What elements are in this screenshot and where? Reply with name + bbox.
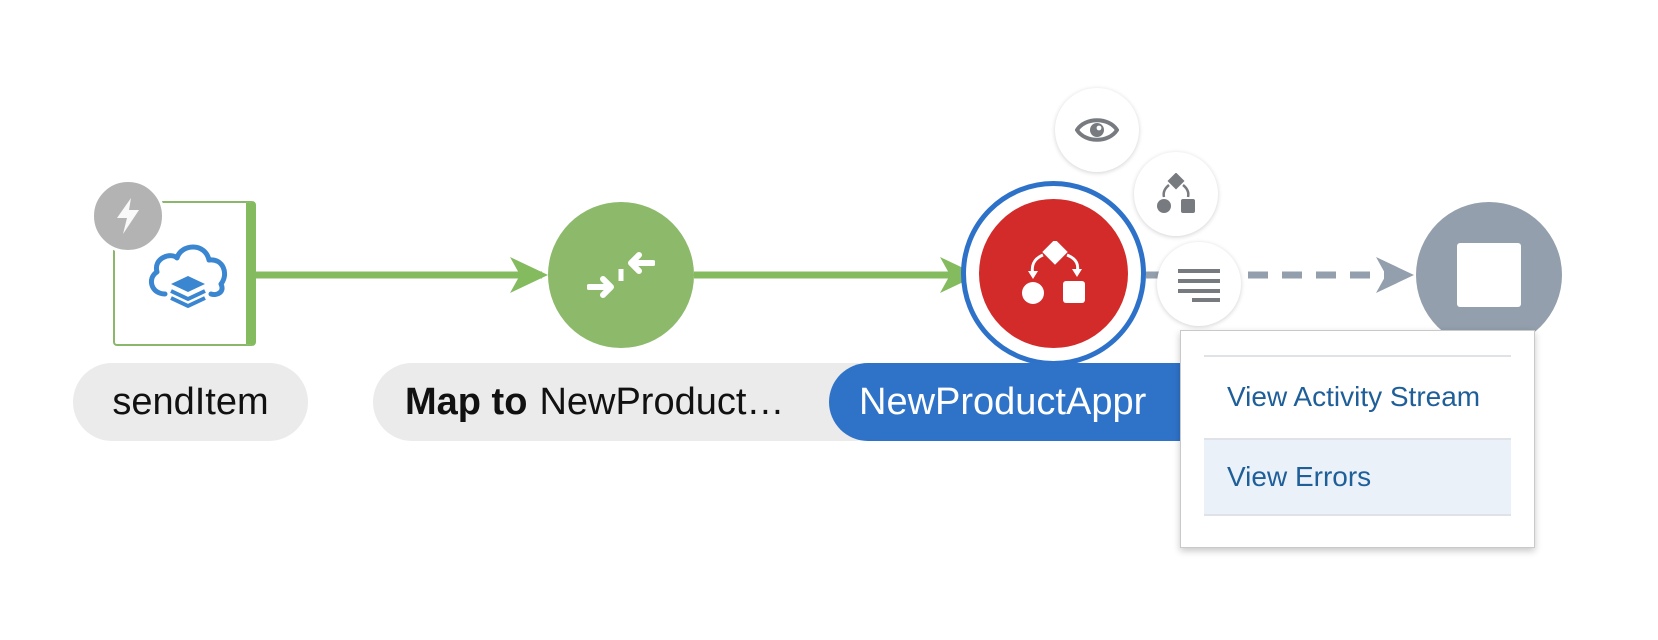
process-node[interactable]	[979, 199, 1128, 348]
map-arrows-icon	[587, 252, 655, 298]
process-shapes-icon	[1021, 240, 1085, 304]
process-flow-button[interactable]	[1134, 152, 1218, 236]
eye-icon	[1075, 118, 1119, 142]
menu-item-label: View Activity Stream	[1227, 381, 1481, 412]
view-eye-button[interactable]	[1055, 88, 1139, 172]
connector-arrowhead-end	[1376, 257, 1414, 293]
menu-item-label: View Errors	[1227, 461, 1372, 492]
end-node[interactable]	[1416, 202, 1562, 348]
lightning-bolt-icon	[91, 179, 165, 253]
node-context-menu: View Activity Stream View Errors	[1180, 330, 1535, 548]
stop-square-icon	[1457, 243, 1521, 307]
map-label-bold: Map to	[405, 380, 528, 423]
cloud-layers-icon	[143, 238, 233, 316]
node-menu-button[interactable]	[1157, 242, 1241, 326]
process-label-text: NewProductAppr	[859, 380, 1147, 423]
hamburger-menu-icon	[1178, 269, 1220, 302]
menu-item-view-errors[interactable]: View Errors	[1204, 438, 1511, 516]
trigger-label[interactable]: sendItem	[73, 363, 308, 441]
map-label-text: NewProduct…	[539, 380, 785, 423]
process-flow-icon	[1157, 173, 1195, 213]
menu-item-view-activity-stream[interactable]: View Activity Stream	[1204, 358, 1511, 436]
map-node[interactable]	[548, 202, 694, 348]
map-label[interactable]: Map to NewProduct…	[373, 363, 893, 441]
trigger-label-text: sendItem	[112, 380, 269, 423]
menu-divider	[1204, 355, 1511, 357]
